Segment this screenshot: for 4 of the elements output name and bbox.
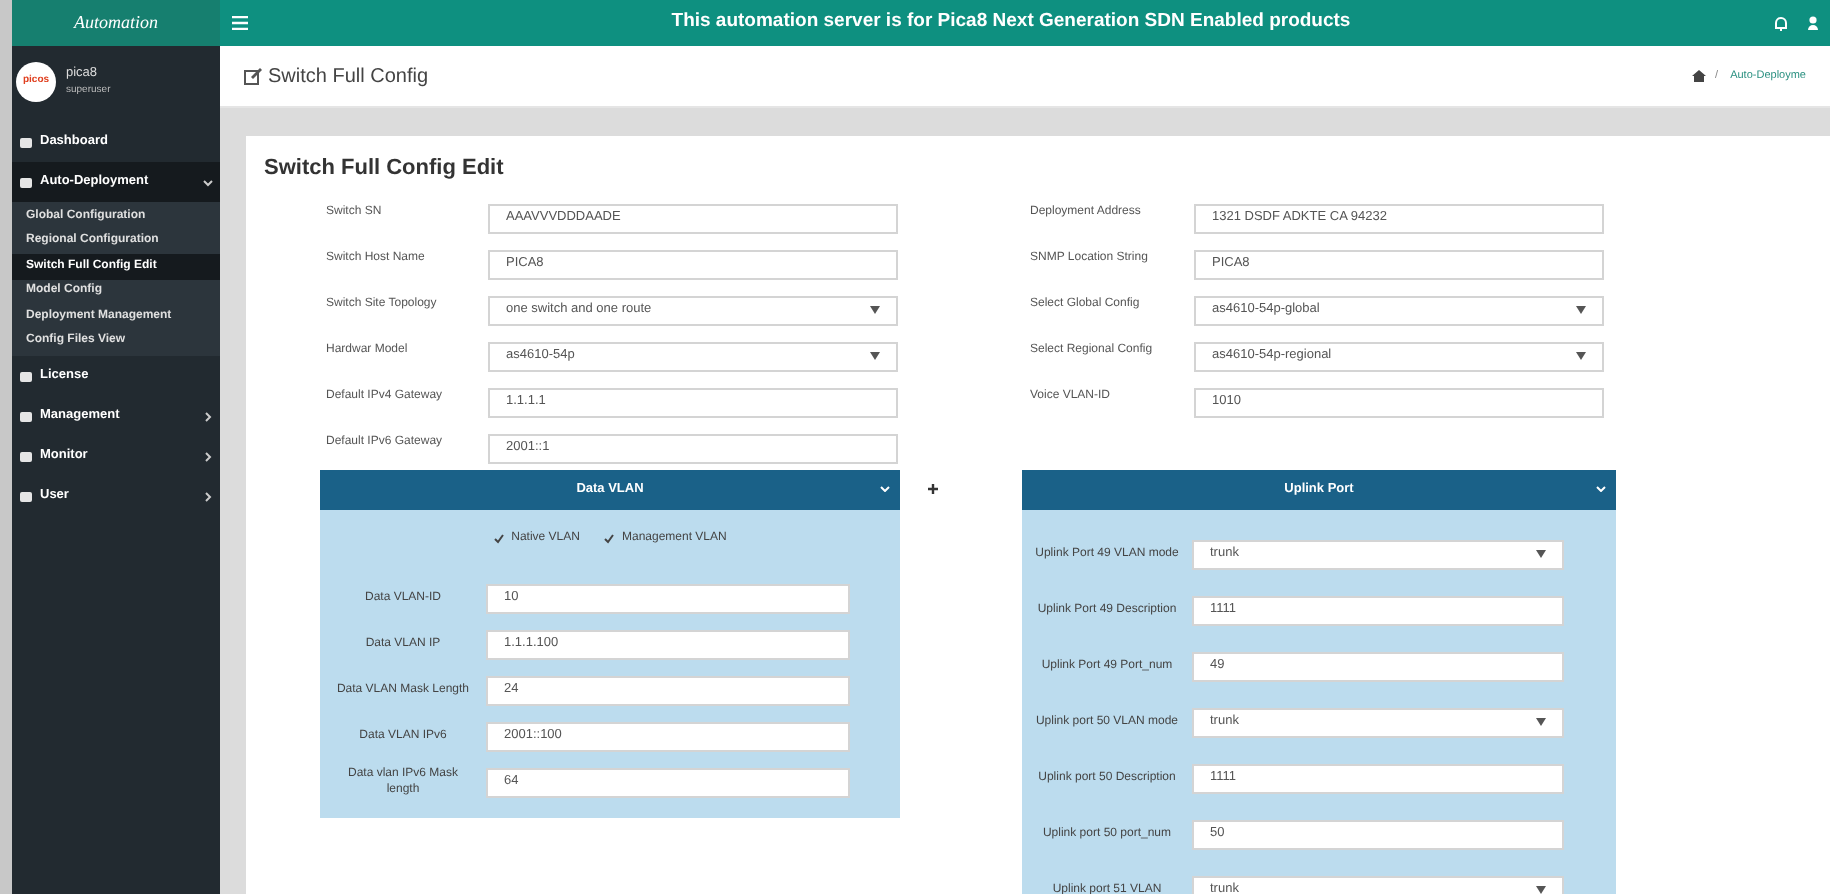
page-title: Switch Full Config (268, 63, 431, 91)
brand-logo[interactable]: Automation (12, 0, 220, 46)
form-title: Switch Full Config Edit (264, 154, 506, 184)
banner-text: This automation server is for Pica8 Next Generation SDN Enabled products (669, 8, 1353, 37)
